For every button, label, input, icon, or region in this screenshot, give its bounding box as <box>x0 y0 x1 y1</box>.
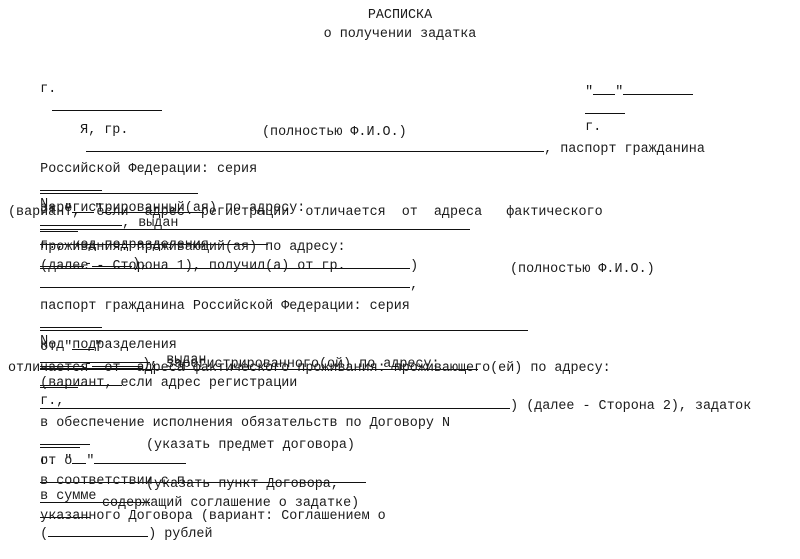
city-label: г. <box>40 82 57 97</box>
fullname-hint-2: (полностью Ф.И.О.) <box>510 262 655 277</box>
party2-variant-text: отличается от адреса фактического прожив… <box>8 361 611 376</box>
date-day-field[interactable] <box>593 82 616 95</box>
clause-hint-1: (указать пункт Договора, <box>146 477 339 492</box>
date-month-field[interactable] <box>623 82 694 95</box>
document-subtitle: о получении задатка <box>323 27 477 42</box>
document-title: РАСПИСКА <box>367 8 433 23</box>
fullname-hint-1: (полностью Ф.И.О.) <box>262 125 407 140</box>
party1-variant-text: (вариант, если адрес регистрации отличае… <box>8 205 603 220</box>
contract-subject-hint: (указать предмет договора) <box>146 438 355 453</box>
contract-year-field[interactable] <box>40 435 81 448</box>
clause-hint-2: содержащий соглашение о задатке) <box>102 496 360 511</box>
